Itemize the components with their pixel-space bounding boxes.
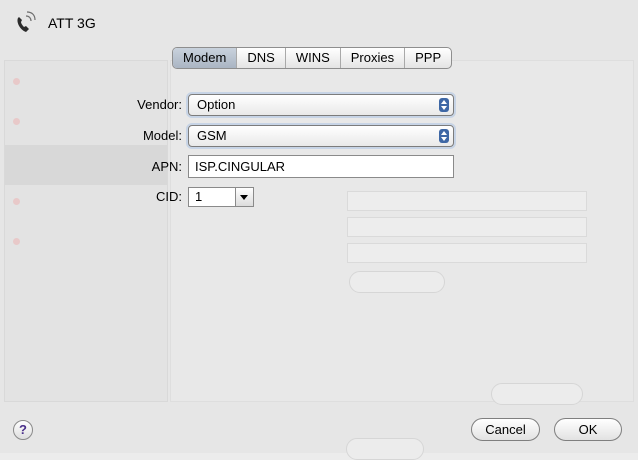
chevron-down-icon[interactable] (235, 188, 253, 206)
cid-label: CID: (156, 189, 182, 204)
model-value: GSM (197, 128, 227, 143)
phone-icon (12, 10, 38, 36)
ok-button[interactable]: OK (554, 418, 622, 441)
vendor-value: Option (197, 97, 236, 112)
cid-combo-box[interactable]: 1 (188, 187, 254, 207)
background-sidebar-item (5, 265, 167, 305)
background-field (347, 191, 587, 211)
background-field (347, 243, 587, 263)
background-button (349, 271, 445, 293)
background-field (347, 217, 587, 237)
cid-value: 1 (195, 189, 203, 204)
tab-proxies[interactable]: Proxies (341, 48, 406, 68)
background-button (491, 383, 583, 405)
background-sidebar-item (5, 185, 167, 225)
popup-arrows-icon (439, 98, 449, 112)
help-button[interactable]: ? (13, 420, 33, 440)
tab-bar: Modem DNS WINS Proxies PPP (172, 47, 453, 69)
tab-wins[interactable]: WINS (286, 48, 341, 68)
tab-dns[interactable]: DNS (237, 48, 286, 68)
model-popup[interactable]: GSM (188, 125, 454, 147)
apn-label: APN: (151, 159, 182, 174)
cancel-button[interactable]: Cancel (471, 418, 540, 441)
background-sidebar-item (5, 145, 167, 185)
tab-modem[interactable]: Modem (173, 48, 238, 68)
vendor-label: Vendor: (137, 97, 182, 112)
vendor-popup[interactable]: Option (188, 94, 454, 116)
sheet-header: ATT 3G (0, 0, 638, 46)
sheet-title: ATT 3G (48, 15, 96, 31)
background-button (346, 438, 424, 460)
popup-arrows-icon (439, 129, 449, 143)
model-label: Model: (142, 128, 182, 143)
tab-ppp[interactable]: PPP (405, 48, 451, 68)
apn-field[interactable]: ISP.CINGULAR (188, 155, 454, 178)
background-sidebar-item (5, 225, 167, 265)
